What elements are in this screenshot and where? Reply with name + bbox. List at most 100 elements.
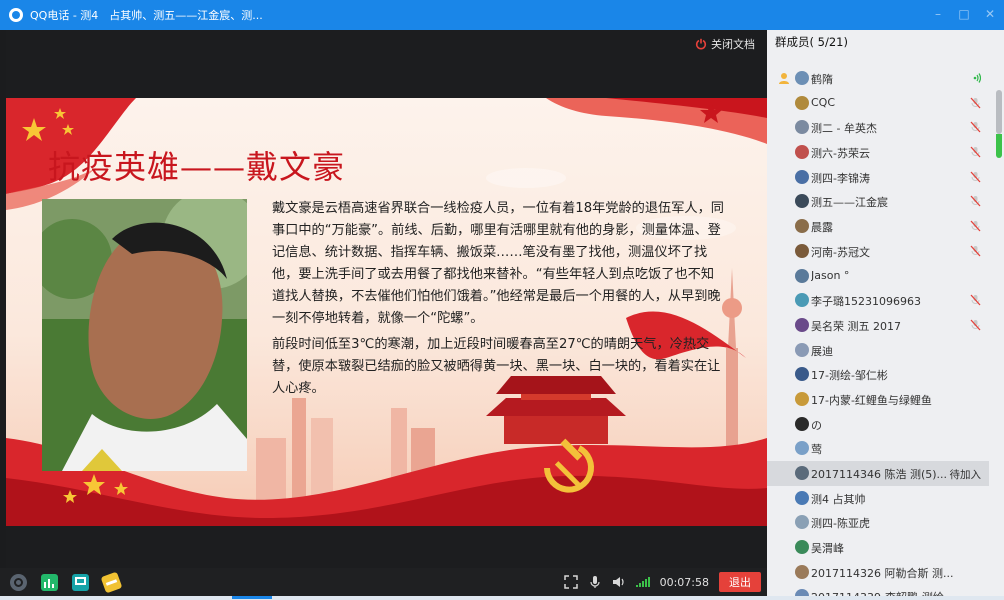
member-row[interactable]: 吴渭峰 bbox=[767, 535, 989, 560]
maximize-icon[interactable]: □ bbox=[958, 7, 970, 21]
member-name: 吴渭峰 bbox=[811, 542, 844, 556]
member-name: 2017114346 陈浩 测(5)... bbox=[811, 468, 948, 481]
microphone-icon[interactable] bbox=[588, 575, 602, 589]
member-avatar bbox=[795, 243, 809, 258]
slide-paragraph-1: 戴文豪是云梧高速省界联合一线检疫人员，一位有着18年党龄的退伍军人，同事口中的“… bbox=[272, 201, 724, 326]
member-row[interactable]: 测四-陈亚虎 bbox=[767, 510, 989, 535]
member-avatar bbox=[795, 416, 809, 431]
mic-muted-icon bbox=[970, 121, 981, 133]
present-icon[interactable] bbox=[72, 573, 89, 591]
slide-paragraph-2: 前段时间低至3℃的寒潮，加上近段时间暖春高至27℃的晴朗天气，冷热交替，使原本皲… bbox=[272, 337, 721, 396]
settings-icon[interactable] bbox=[10, 573, 27, 591]
member-name: Jason ° bbox=[811, 268, 850, 282]
shared-screen-stage: 关闭文档 抗疫英雄——戴文豪 戴文豪是云梧高速省界联合一线检疫人员，一位有着18… bbox=[6, 30, 767, 568]
member-avatar bbox=[795, 71, 809, 85]
mic-muted-icon bbox=[970, 245, 981, 257]
member-name: 测4 占其帅 bbox=[811, 492, 866, 506]
member-avatar bbox=[795, 490, 809, 505]
call-timer: 00:07:58 bbox=[659, 575, 709, 589]
qq-logo-icon bbox=[9, 8, 23, 22]
minimize-icon[interactable]: – bbox=[932, 7, 944, 21]
portrait-photo bbox=[42, 199, 247, 471]
member-avatar bbox=[795, 466, 809, 480]
member-row[interactable]: 17-内蒙-红鲤鱼与绿鲤鱼 bbox=[767, 387, 989, 412]
member-row[interactable]: 2017114326 阿勒合斯 测... bbox=[767, 560, 989, 585]
member-name: 测六-苏荣云 bbox=[811, 147, 870, 161]
fullscreen-icon[interactable] bbox=[563, 575, 578, 589]
member-avatar bbox=[795, 95, 809, 110]
member-row[interactable]: 测六-苏荣云 bbox=[767, 140, 989, 165]
member-name: 河南-苏冠文 bbox=[811, 245, 870, 259]
member-name: 测二 - 牟英杰 bbox=[811, 122, 877, 136]
member-name: 吴名荣 测五 2017 bbox=[811, 319, 901, 333]
member-row[interactable]: 测4 占其帅 bbox=[767, 486, 989, 511]
mic-muted-icon bbox=[970, 220, 981, 232]
slide-body-text: 戴文豪是云梧高速省界联合一线检疫人员，一位有着18年党龄的退伍军人，同事口中的“… bbox=[272, 198, 724, 400]
member-name: の bbox=[811, 418, 822, 432]
close-document-label: 关闭文档 bbox=[711, 38, 755, 51]
member-row[interactable]: 吴名荣 测五 2017 bbox=[767, 313, 989, 338]
member-name: 17-内蒙-红鲤鱼与绿鲤鱼 bbox=[811, 393, 932, 407]
member-name: 2017114326 阿勒合斯 测... bbox=[811, 566, 954, 580]
host-icon bbox=[779, 73, 789, 84]
member-row[interactable]: 晨露 bbox=[767, 214, 989, 239]
mic-muted-icon bbox=[970, 294, 981, 306]
member-avatar bbox=[795, 120, 809, 135]
share-screen-icon[interactable] bbox=[41, 573, 58, 591]
member-avatar bbox=[795, 293, 809, 308]
member-row[interactable]: CQC bbox=[767, 91, 989, 116]
window-controls: – □ ✕ bbox=[932, 7, 996, 21]
member-avatar bbox=[795, 342, 809, 357]
speaker-icon[interactable] bbox=[612, 575, 626, 589]
member-row[interactable]: 鹤隋 bbox=[767, 66, 989, 91]
member-row[interactable]: の bbox=[767, 412, 989, 437]
exit-call-button[interactable]: 退出 bbox=[719, 572, 761, 592]
volume-level-bar bbox=[996, 134, 1002, 158]
member-name: 莺 bbox=[811, 443, 822, 457]
member-name: 晨露 bbox=[811, 221, 833, 235]
member-row[interactable]: 2017114339-李韶鹏-测绘... bbox=[767, 584, 989, 596]
member-avatar bbox=[795, 540, 809, 555]
close-icon[interactable]: ✕ bbox=[984, 7, 996, 21]
speaking-icon bbox=[973, 73, 981, 83]
member-avatar bbox=[795, 169, 809, 184]
member-panel: 群成员( 5/21) 鹤隋 CQC 测二 - 牟英杰 测六-苏荣云 测四-李锦涛测五——… bbox=[767, 30, 1004, 596]
member-row[interactable]: 2017114346 陈浩 测(5)... 待加入 bbox=[767, 461, 989, 486]
member-row[interactable]: 测四-李锦涛 bbox=[767, 165, 989, 190]
close-document-button[interactable]: 关闭文档 bbox=[695, 36, 755, 52]
mic-muted-icon bbox=[970, 319, 981, 331]
whiteboard-icon[interactable] bbox=[100, 571, 123, 593]
member-row[interactable]: 展迪 bbox=[767, 338, 989, 363]
member-name: 测四-李锦涛 bbox=[811, 171, 870, 185]
member-row[interactable]: 李子璐15231096963 bbox=[767, 288, 989, 313]
member-row[interactable]: 测二 - 牟英杰 bbox=[767, 115, 989, 140]
member-name: 17-测绘-邹仁彬 bbox=[811, 369, 888, 383]
mic-muted-icon bbox=[970, 196, 981, 207]
member-list-scrollbar[interactable] bbox=[996, 90, 1002, 134]
power-icon bbox=[695, 38, 707, 50]
member-name: 鹤隋 bbox=[811, 73, 833, 86]
title-bar: QQ电话 - 测4 占其帅、测五——江金宸、测... – □ ✕ bbox=[0, 0, 1004, 30]
member-row[interactable]: 测五——江金宸 bbox=[767, 189, 989, 214]
member-name: 李子璐15231096963 bbox=[811, 295, 921, 309]
call-toolbar: 00:07:58 退出 bbox=[0, 568, 767, 596]
member-avatar bbox=[795, 317, 809, 332]
member-avatar bbox=[795, 145, 809, 160]
member-name: 2017114339-李韶鹏-测绘... bbox=[811, 589, 954, 596]
mic-muted-icon bbox=[970, 146, 981, 158]
member-avatar bbox=[795, 441, 809, 456]
member-panel-header: 群成员( 5/21) bbox=[775, 35, 848, 49]
pending-status: 待加入 bbox=[949, 469, 982, 481]
member-avatar bbox=[795, 589, 809, 596]
member-row[interactable]: 莺 bbox=[767, 436, 989, 461]
slide: 抗疫英雄——戴文豪 戴文豪是云梧高速省界联合一线检疫人员，一位有着18年党龄的退… bbox=[6, 98, 767, 526]
member-row[interactable]: Jason ° bbox=[767, 264, 989, 289]
mic-muted-icon bbox=[970, 171, 981, 183]
member-avatar bbox=[795, 268, 809, 283]
slide-title: 抗疫英雄——戴文豪 bbox=[48, 148, 346, 186]
taskbar-strip bbox=[0, 596, 1004, 600]
member-avatar bbox=[795, 219, 809, 234]
member-row[interactable]: 17-测绘-邹仁彬 bbox=[767, 362, 989, 387]
member-row[interactable]: 河南-苏冠文 bbox=[767, 239, 989, 264]
member-avatar bbox=[795, 564, 809, 579]
